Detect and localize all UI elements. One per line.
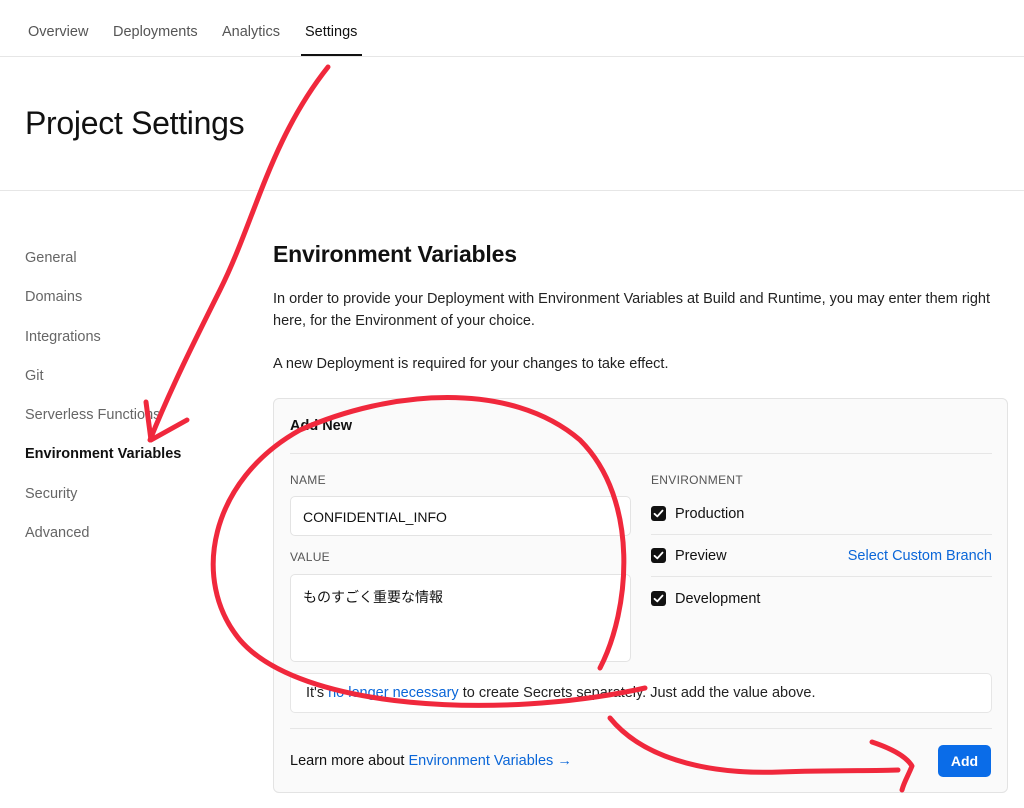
production-label: Production bbox=[675, 506, 745, 522]
tab-settings[interactable]: Settings bbox=[305, 24, 357, 40]
select-custom-branch-link[interactable]: Select Custom Branch bbox=[848, 548, 992, 564]
value-label: VALUE bbox=[290, 550, 330, 564]
sidebar-item-environment-variables[interactable]: Environment Variables bbox=[25, 446, 181, 462]
card-divider bbox=[290, 453, 992, 454]
learn-prefix: Learn more about bbox=[290, 753, 405, 769]
section-title: Environment Variables bbox=[273, 241, 517, 267]
environment-variables-docs-link[interactable]: Environment Variables → bbox=[409, 753, 572, 769]
sidebar-item-integrations[interactable]: Integrations bbox=[25, 329, 101, 345]
card-title: Add New bbox=[290, 418, 353, 434]
add-new-card: Add New NAME CONFIDENTIAL_INFO VALUE ものす… bbox=[273, 398, 1008, 793]
no-longer-necessary-link[interactable]: no longer necessary bbox=[328, 685, 459, 701]
sidebar-item-general[interactable]: General bbox=[25, 250, 77, 266]
preview-label: Preview bbox=[675, 548, 727, 564]
add-button[interactable]: Add bbox=[938, 745, 991, 777]
check-icon bbox=[653, 509, 664, 518]
value-textarea[interactable]: ものすごく重要な情報 bbox=[290, 574, 631, 662]
sidebar-item-advanced[interactable]: Advanced bbox=[25, 525, 90, 541]
page-title: Project Settings bbox=[25, 105, 245, 141]
notice-text: It's no longer necessary to create Secre… bbox=[306, 685, 816, 701]
notice-prefix: It's bbox=[306, 685, 325, 701]
development-label: Development bbox=[675, 591, 761, 607]
name-label: NAME bbox=[290, 473, 326, 487]
learn-more: Learn more about Environment Variables → bbox=[290, 753, 572, 769]
production-checkbox[interactable] bbox=[651, 506, 666, 521]
sidebar-item-domains[interactable]: Domains bbox=[25, 289, 82, 305]
tab-deployments[interactable]: Deployments bbox=[113, 24, 198, 40]
check-icon bbox=[653, 551, 664, 560]
top-tab-bar: Overview Deployments Analytics Settings bbox=[0, 0, 1024, 57]
page-header: Project Settings bbox=[0, 57, 1024, 191]
env-row-development: Development bbox=[651, 578, 992, 620]
tab-overview[interactable]: Overview bbox=[28, 24, 88, 40]
sidebar-item-git[interactable]: Git bbox=[25, 368, 44, 384]
development-checkbox[interactable] bbox=[651, 591, 666, 606]
notice-suffix: to create Secrets separately. Just add t… bbox=[462, 685, 816, 701]
check-icon bbox=[653, 594, 664, 603]
deployment-note: A new Deployment is required for your ch… bbox=[273, 356, 669, 372]
name-input[interactable]: CONFIDENTIAL_INFO bbox=[290, 496, 631, 536]
preview-checkbox[interactable] bbox=[651, 548, 666, 563]
secrets-notice: It's no longer necessary to create Secre… bbox=[290, 673, 992, 713]
env-row-preview: Preview Select Custom Branch bbox=[651, 535, 992, 577]
env-row-production: Production bbox=[651, 493, 992, 535]
tab-analytics[interactable]: Analytics bbox=[222, 24, 280, 40]
environment-label: ENVIRONMENT bbox=[651, 473, 743, 487]
sidebar-item-serverless-functions[interactable]: Serverless Functions bbox=[25, 407, 160, 423]
sidebar-item-security[interactable]: Security bbox=[25, 486, 77, 502]
card-footer-divider bbox=[290, 728, 992, 729]
section-description: In order to provide your Deployment with… bbox=[273, 291, 991, 329]
active-tab-indicator bbox=[301, 54, 362, 56]
